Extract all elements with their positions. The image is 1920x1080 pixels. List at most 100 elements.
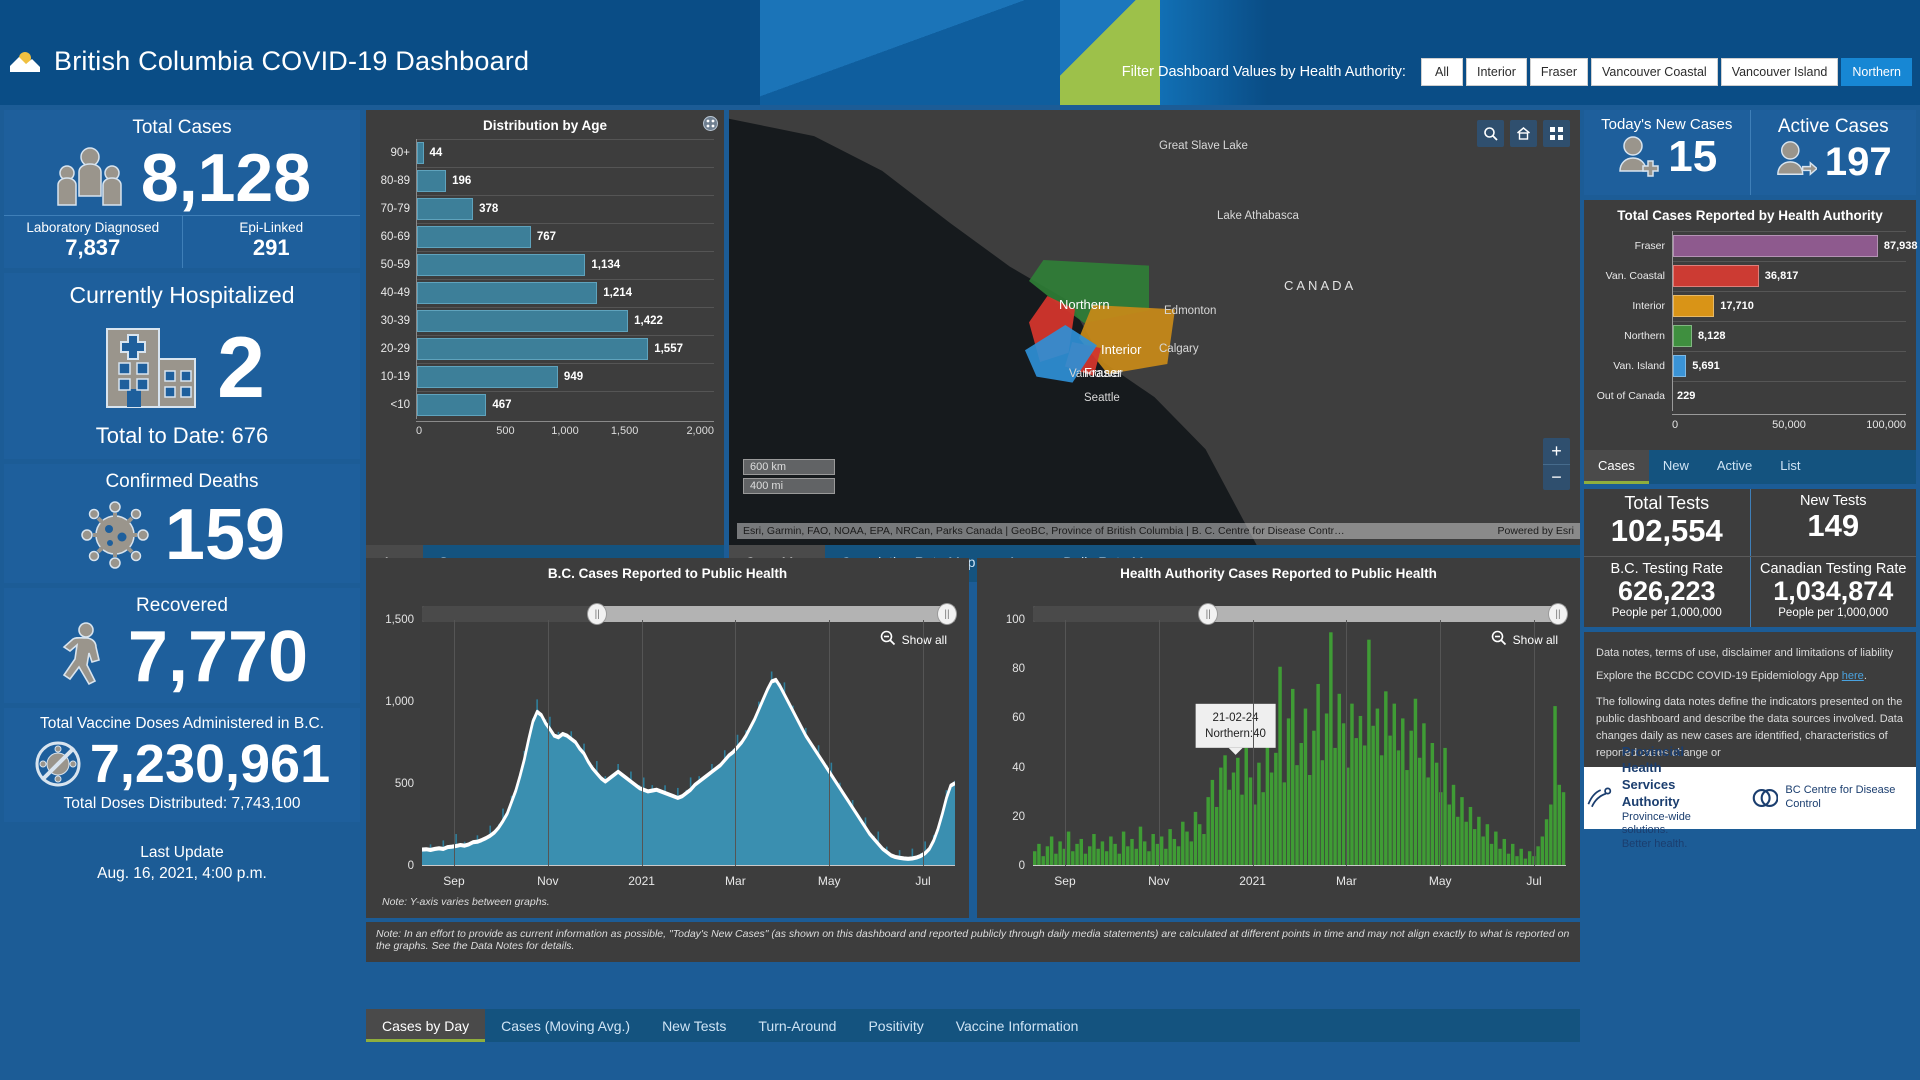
bc-cases-chart: B.C. Cases Reported to Public Health Sho… (366, 558, 969, 918)
bc-x-tick: Mar (725, 874, 746, 888)
ha-bar-row[interactable]: Northern 8,128 (1588, 321, 1906, 351)
ha-gridline (1346, 620, 1348, 866)
person-plus-icon (1616, 133, 1660, 182)
map-health-authority-label: Fraser (1084, 365, 1122, 380)
ha-x-tick: Jul (1526, 874, 1542, 888)
ha-bar-row[interactable]: Interior 17,710 (1588, 291, 1906, 321)
tab-vaccine-information[interactable]: Vaccine Information (940, 1009, 1095, 1042)
filter-button-all[interactable]: All (1420, 58, 1463, 86)
age-bar-row[interactable]: 10-19 949 (372, 363, 714, 391)
left-stats-panel: Total Cases 8,128 Laboratory Diagnosed 7… (4, 110, 360, 1076)
map-attribution: Esri, Garmin, FAO, NOAA, EPA, NRCan, Par… (737, 523, 1580, 539)
canadian-testing-rate-cell: Canadian Testing Rate 1,034,874 People p… (1749, 557, 1917, 627)
last-update-value: Aug. 16, 2021, 4:00 p.m. (97, 864, 267, 882)
tab-cases-by-day[interactable]: Cases by Day (366, 1009, 486, 1042)
bc-gridline (735, 620, 737, 866)
laboratory-diagnosed-cell: Laboratory Diagnosed 7,837 (4, 216, 182, 268)
deaths-value: 159 (164, 495, 286, 575)
bc-x-axis-line (422, 865, 955, 866)
map-scale-bar: 600 km 400 mi (743, 459, 835, 497)
age-bar-value: 44 (429, 147, 443, 159)
age-bar-value: 767 (536, 231, 557, 243)
deaths-value-row: 159 (4, 495, 360, 583)
search-icon[interactable] (1477, 120, 1504, 147)
filter-button-vancouver-island[interactable]: Vancouver Island (1720, 58, 1839, 86)
ha-bar-row[interactable]: Fraser 87,938 (1588, 231, 1918, 261)
filter-button-northern[interactable]: Northern (1841, 58, 1912, 86)
map-health-authority-label: Northern (1059, 297, 1110, 312)
legend-grid-icon[interactable] (1543, 120, 1570, 147)
ha-bar-value: 87,938 (1883, 240, 1918, 252)
ha-bar-row[interactable]: Van. Island 5,691 (1588, 351, 1906, 381)
ha-x-axis-line (1033, 865, 1566, 866)
vaccine-doses-distributed: Total Doses Distributed: 7,743,100 (63, 795, 301, 812)
ha-bar-row[interactable]: Out of Canada 229 (1588, 381, 1906, 411)
age-bar-label: 70-79 (380, 203, 410, 215)
bc-testing-rate-value: 626,223 (1617, 576, 1716, 607)
age-bar-row[interactable]: 20-29 1,557 (372, 335, 714, 363)
data-notes-heading[interactable]: Data notes, terms of use, disclaimer and… (1596, 642, 1904, 665)
age-bar-row[interactable]: <10 467 (372, 391, 714, 419)
ha-x-axis: 0 50,000 100,000 (1672, 414, 1906, 431)
recovered-value: 7,770 (127, 617, 309, 697)
age-bar-row[interactable]: 80-89 196 (372, 167, 714, 195)
epidemiology-app-line: Explore the BCCDC COVID-19 Epidemiology … (1596, 665, 1904, 688)
age-bar-row[interactable]: 90+ 44 (372, 139, 714, 167)
map-label: CANADA (1284, 278, 1357, 293)
zoom-in-button[interactable]: + (1543, 438, 1570, 464)
age-bar-label: 10-19 (380, 371, 410, 383)
age-bar-track: 378 (416, 195, 714, 223)
tab-positivity[interactable]: Positivity (852, 1009, 939, 1042)
rtab-new[interactable]: New (1649, 450, 1703, 484)
last-update-label: Last Update (140, 844, 224, 861)
age-bar-row[interactable]: 30-39 1,422 (372, 307, 714, 335)
case-map[interactable]: Great Slave Lake Lake Athabasca CANADA Edmo… (729, 110, 1580, 545)
age-bar-fill (417, 198, 474, 220)
home-icon[interactable] (1510, 120, 1537, 147)
age-bar-track: 767 (416, 223, 714, 251)
tab-turn-around[interactable]: Turn-Around (742, 1009, 852, 1042)
age-bar-row[interactable]: 60-69 767 (372, 223, 714, 251)
bc-cases-series (421, 671, 956, 866)
age-bar-row[interactable]: 40-49 1,214 (372, 279, 714, 307)
zoom-out-button[interactable]: − (1543, 464, 1570, 490)
hospitalized-value: 2 (217, 320, 265, 416)
tab-new-tests[interactable]: New Tests (646, 1009, 742, 1042)
rtab-list[interactable]: List (1766, 450, 1814, 484)
ha-bar-row[interactable]: Van. Coastal 36,817 (1588, 261, 1906, 291)
epidemiology-app-link[interactable]: here (1842, 670, 1864, 682)
filter-label: Filter Dashboard Values by Health Author… (1121, 64, 1406, 80)
ha-bar-label: Van. Island (1613, 360, 1665, 372)
expand-icon[interactable] (703, 116, 718, 136)
new-tests-label: New Tests (1799, 493, 1867, 509)
bottom-tabstrip: Cases by Day Cases (Moving Avg.) New Tes… (366, 1009, 1580, 1042)
bc-cases-plot: 0 500 1,000 1,500 Sep Nov 2021 Mar May Jul (385, 614, 956, 888)
filter-button-vancouver-coastal[interactable]: Vancouver Coastal (1591, 58, 1718, 86)
header-banner-graphic (760, 0, 1160, 105)
age-x-tick: 1,500 (610, 425, 639, 437)
epi-linked-label: Epi-Linked (239, 220, 304, 235)
age-bar-fill (417, 310, 629, 332)
ha-x-tick: Nov (1148, 874, 1170, 888)
dashboard-note-box: Note: In an effort to provide as current… (366, 922, 1580, 962)
map-health-authority-label: Interior (1101, 342, 1142, 357)
tooltip-date: 21-02-24 (1212, 711, 1259, 724)
filter-button-fraser[interactable]: Fraser (1529, 58, 1588, 86)
ha-bar-fill (1673, 355, 1687, 377)
todays-new-cases-cell: Today's New Cases 15 (1584, 110, 1750, 195)
age-x-tick: 1,000 (551, 425, 579, 437)
ha-x-tick: May (1428, 874, 1452, 888)
filter-button-interior[interactable]: Interior (1465, 58, 1527, 86)
confirmed-deaths-card: Confirmed Deaths 159 (4, 464, 360, 583)
tab-cases-moving-avg[interactable]: Cases (Moving Avg.) (485, 1009, 646, 1042)
app-header: British Columbia COVID-19 Dashboard Filt… (0, 0, 1920, 105)
age-bar-value: 1,557 (654, 343, 683, 355)
rtab-active[interactable]: Active (1703, 450, 1766, 484)
health-authority-filter: Filter Dashboard Values by Health Author… (1122, 58, 1912, 86)
age-bar-row[interactable]: 50-59 1,134 (372, 251, 714, 279)
ha-y-tick: 60 (1012, 712, 1025, 725)
attribution-text: Esri, Garmin, FAO, NOAA, EPA, NRCan, Par… (743, 525, 1345, 537)
rtab-cases[interactable]: Cases (1584, 450, 1649, 484)
age-bar-track: 1,214 (416, 279, 714, 307)
age-bar-row[interactable]: 70-79 378 (372, 195, 714, 223)
